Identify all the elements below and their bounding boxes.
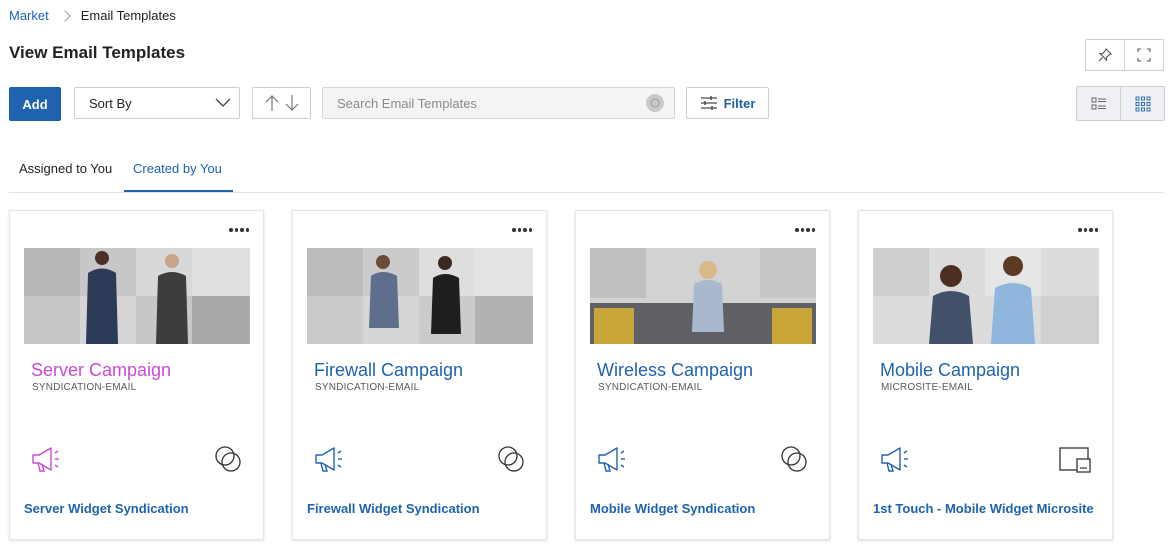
campaign-type: SYNDICATION-EMAIL: [32, 382, 137, 393]
fullscreen-icon: [1137, 48, 1151, 62]
campaign-type: SYNDICATION-EMAIL: [598, 382, 703, 393]
sort-direction-button[interactable]: [252, 87, 311, 119]
campaign-title[interactable]: Wireless Campaign: [597, 360, 753, 381]
widget-link[interactable]: Server Widget Syndication: [24, 501, 189, 516]
view-toggle: [1076, 86, 1165, 121]
search-input[interactable]: [323, 94, 646, 112]
template-card[interactable]: Mobile Campaign MICROSITE-EMAIL 1st Touc…: [858, 210, 1113, 540]
search-box: [322, 87, 675, 119]
widget-link[interactable]: 1st Touch - Mobile Widget Microsite: [873, 501, 1094, 516]
template-thumbnail: [24, 248, 250, 344]
megaphone-icon: [32, 447, 59, 472]
pin-button[interactable]: [1086, 40, 1124, 70]
template-card[interactable]: Firewall Campaign SYNDICATION-EMAIL Fire…: [292, 210, 547, 540]
syndication-icon: [781, 446, 807, 472]
megaphone-icon: [598, 447, 625, 472]
chevron-down-icon: [215, 98, 231, 107]
breadcrumb-current: Email Templates: [80, 8, 176, 23]
pin-icon: [1098, 48, 1112, 62]
add-button[interactable]: Add: [9, 87, 61, 121]
search-icon[interactable]: [646, 94, 664, 112]
more-options-icon[interactable]: [512, 225, 532, 235]
template-card[interactable]: Wireless Campaign SYNDICATION-EMAIL Mobi…: [575, 210, 830, 540]
widget-link[interactable]: Mobile Widget Syndication: [590, 501, 755, 516]
template-thumbnail: [590, 248, 816, 344]
template-thumbnail: [873, 248, 1099, 344]
more-options-icon[interactable]: [795, 225, 815, 235]
breadcrumb: Market Email Templates: [9, 8, 176, 23]
breadcrumb-market-link[interactable]: Market: [9, 8, 49, 23]
megaphone-icon: [315, 447, 342, 472]
page-title: View Email Templates: [9, 43, 186, 62]
more-options-icon[interactable]: [1078, 225, 1098, 235]
syndication-icon: [215, 446, 241, 472]
more-options-icon[interactable]: [229, 225, 249, 235]
arrow-up-icon: [265, 95, 278, 111]
syndication-icon: [498, 446, 524, 472]
filter-button[interactable]: Filter: [686, 87, 769, 119]
template-card[interactable]: Server Campaign SYNDICATION-EMAIL Server…: [9, 210, 264, 540]
filter-label: Filter: [723, 95, 756, 111]
sort-by-label: Sort By: [89, 95, 132, 111]
filter-sliders-icon: [700, 96, 717, 110]
arrow-down-icon: [285, 95, 298, 111]
campaign-title[interactable]: Server Campaign: [31, 360, 171, 381]
tab-created-by-you[interactable]: Created by You: [133, 161, 222, 176]
microsite-icon: [1059, 447, 1091, 473]
megaphone-icon: [881, 447, 908, 472]
grid-view-button[interactable]: [1120, 87, 1164, 120]
active-tab-indicator: [124, 190, 233, 192]
sort-by-select[interactable]: Sort By: [74, 87, 240, 119]
list-view-icon: [1091, 97, 1106, 109]
list-view-button[interactable]: [1077, 87, 1120, 120]
page-actions: [1085, 39, 1164, 71]
template-thumbnail: [307, 248, 533, 344]
widget-link[interactable]: Firewall Widget Syndication: [307, 501, 480, 516]
tab-assigned-to-you[interactable]: Assigned to You: [19, 161, 112, 176]
template-tabs: Assigned to You Created by You: [9, 152, 1164, 193]
campaign-type: MICROSITE-EMAIL: [881, 382, 973, 393]
grid-view-icon: [1135, 96, 1150, 111]
campaign-title[interactable]: Firewall Campaign: [314, 360, 463, 381]
campaign-type: SYNDICATION-EMAIL: [315, 382, 420, 393]
campaign-title[interactable]: Mobile Campaign: [880, 360, 1020, 381]
chevron-right-icon: [59, 9, 71, 22]
fullscreen-button[interactable]: [1124, 40, 1163, 70]
